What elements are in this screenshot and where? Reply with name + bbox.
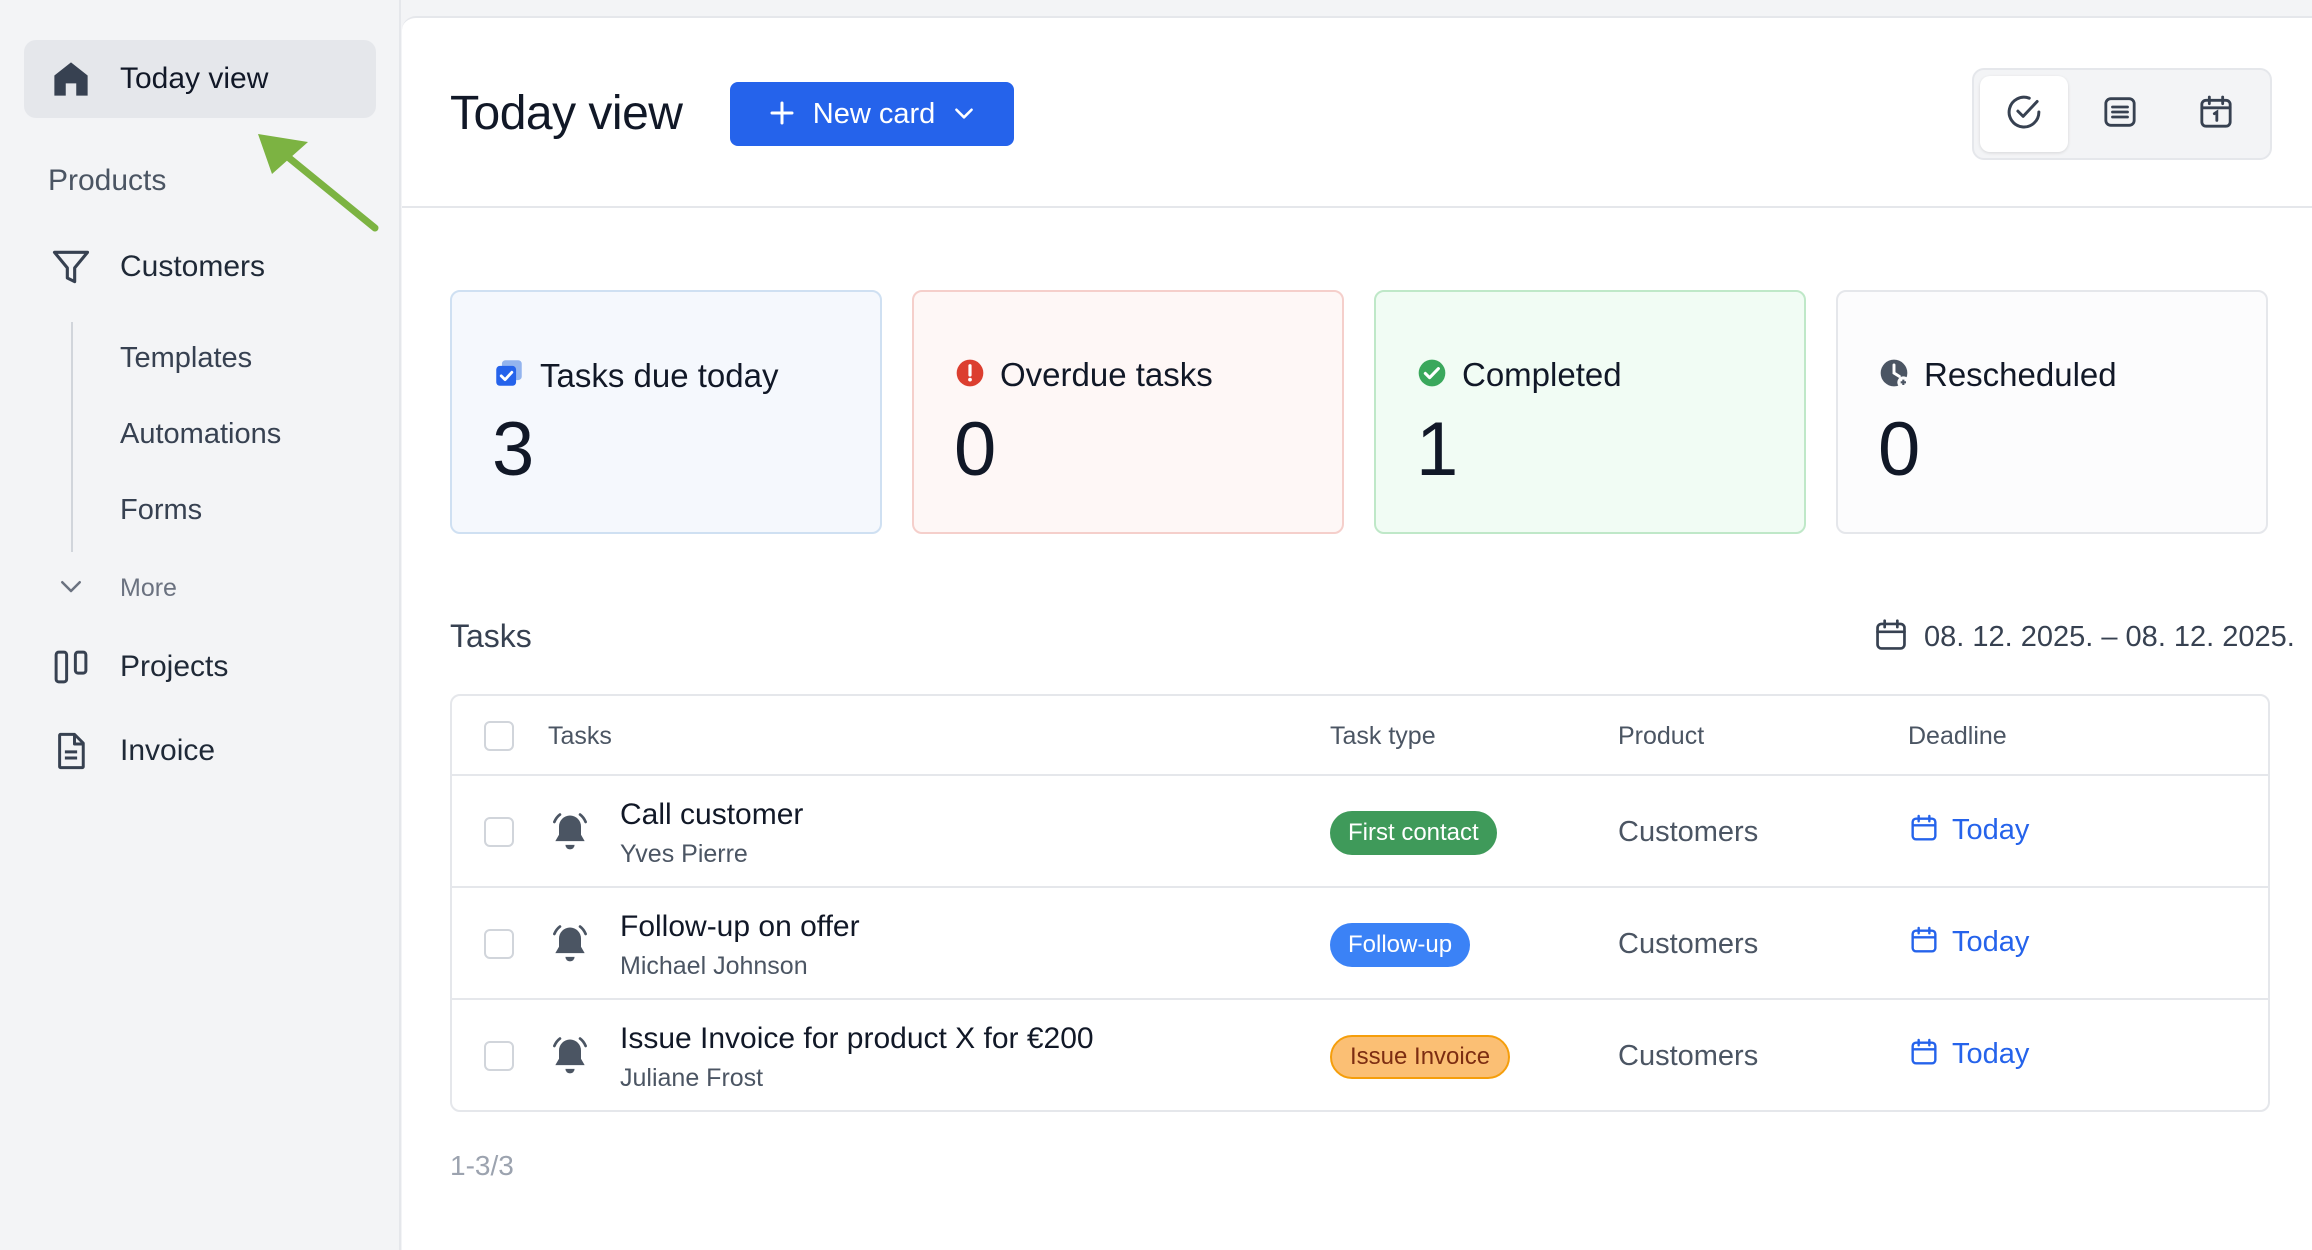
view-list-button[interactable] [2076,76,2164,152]
bell-icon [548,810,592,854]
new-card-button[interactable]: New card [730,82,1014,146]
task-deadline[interactable]: Today [1908,812,2029,849]
chevron-down-icon [951,100,977,129]
annotation-arrow-icon [258,134,379,232]
calendar-icon [2196,92,2236,137]
tasks-table: Tasks Task type Product Deadline Call cu… [450,694,2270,1112]
chevron-down-icon [56,571,86,606]
view-calendar-button[interactable] [2172,76,2260,152]
sidebar-more-toggle[interactable]: More [56,568,177,608]
section-label-products: Products [48,164,167,197]
task-type-badge: First contact [1330,811,1497,855]
bell-icon [548,922,592,966]
list-icon [2100,92,2140,137]
main-panel: Today view New card Tasks due today 3 Ov… [402,16,2312,1250]
column-header-task-type[interactable]: Task type [1330,722,1436,751]
stat-label: Completed [1462,356,1622,393]
stat-label: Rescheduled [1924,356,2117,393]
table-header: Tasks Task type Product Deadline [452,696,2268,776]
task-deadline[interactable]: Today [1908,924,2029,961]
column-header-tasks[interactable]: Tasks [548,722,612,751]
new-card-label: New card [812,97,936,130]
stat-card-overdue-tasks[interactable]: Overdue tasks 0 [912,290,1344,534]
tasks-section-title: Tasks [450,618,532,654]
task-product: Customers [1618,928,1759,960]
bell-icon [548,1034,592,1078]
sidebar: Today view Products Customers Templates … [0,0,401,1250]
sidebar-subitem-templates[interactable]: Templates [120,342,252,375]
task-title[interactable]: Follow-up on offer [620,910,860,944]
task-deadline[interactable]: Today [1908,1036,2029,1073]
table-row[interactable]: Follow-up on offer Michael Johnson Follo… [452,888,2268,1000]
stat-label: Tasks due today [540,356,779,394]
table-row[interactable]: Issue Invoice for product X for €200 Jul… [452,1000,2268,1110]
stat-value: 0 [954,407,997,492]
page-header: Today view New card [402,18,2312,208]
task-person: Yves Pierre [620,840,748,868]
calendar-icon [1908,924,1940,961]
view-tasks-button[interactable] [1980,76,2068,152]
select-all-checkbox[interactable] [484,721,514,751]
clock-icon [1878,357,1910,394]
table-row[interactable]: Call customer Yves Pierre First contact … [452,776,2268,888]
deadline-label: Today [1952,814,2030,846]
calendar-icon [1908,812,1940,849]
home-icon [48,56,94,102]
calendar-icon [1908,1036,1940,1073]
sidebar-item-label: Invoice [120,734,216,767]
sidebar-item-customers[interactable]: Customers [24,228,376,306]
column-header-product[interactable]: Product [1618,722,1704,751]
stat-value: 1 [1416,407,1459,492]
stat-value: 3 [492,407,535,492]
task-title[interactable]: Issue Invoice for product X for €200 [620,1022,1094,1056]
task-title[interactable]: Call customer [620,798,803,832]
sidebar-item-invoice[interactable]: Invoice [24,712,376,790]
deadline-label: Today [1952,1038,2030,1070]
row-checkbox[interactable] [484,817,514,847]
stat-value: 0 [1878,407,1921,492]
checkbox-icon [492,356,526,395]
column-header-deadline[interactable]: Deadline [1908,722,2007,751]
task-person: Juliane Frost [620,1064,764,1092]
task-product: Customers [1618,1040,1759,1072]
stat-card-tasks-due-today[interactable]: Tasks due today 3 [450,290,882,534]
sidebar-item-label: Projects [120,650,229,683]
task-product: Customers [1618,816,1759,848]
stat-card-completed[interactable]: Completed 1 [1374,290,1806,534]
sidebar-item-today-view[interactable]: Today view [24,40,376,118]
sidebar-more-label: More [120,573,177,602]
sidebar-item-label: Customers [120,250,266,283]
document-icon [48,728,94,774]
check-circle-icon [2003,91,2045,138]
task-type-badge: Follow-up [1330,923,1471,967]
date-range-picker[interactable]: 08. 12. 2025. – 08. 12. 2025. [1872,616,2312,659]
row-checkbox[interactable] [484,1041,514,1071]
view-switcher [1972,68,2272,160]
stat-label: Overdue tasks [1000,356,1213,393]
deadline-label: Today [1952,926,2030,958]
subnav-divider [71,322,73,552]
columns-icon [48,644,94,690]
sidebar-subitem-forms[interactable]: Forms [120,494,202,527]
alert-icon [954,357,986,394]
check-icon [1416,357,1448,394]
sidebar-item-label: Today view [120,62,269,95]
row-checkbox[interactable] [484,929,514,959]
task-person: Michael Johnson [620,952,808,980]
filter-icon [48,244,94,290]
page-title: Today view [450,87,683,140]
stat-card-rescheduled[interactable]: Rescheduled 0 [1836,290,2268,534]
sidebar-item-projects[interactable]: Projects [24,628,376,706]
task-type-badge: Issue Invoice [1330,1035,1511,1079]
date-range-label: 08. 12. 2025. – 08. 12. 2025. [1924,621,2295,653]
pagination-info: 1-3/3 [450,1150,514,1181]
plus-icon [767,98,797,131]
calendar-icon [1872,616,1910,659]
sidebar-subitem-automations[interactable]: Automations [120,418,281,451]
